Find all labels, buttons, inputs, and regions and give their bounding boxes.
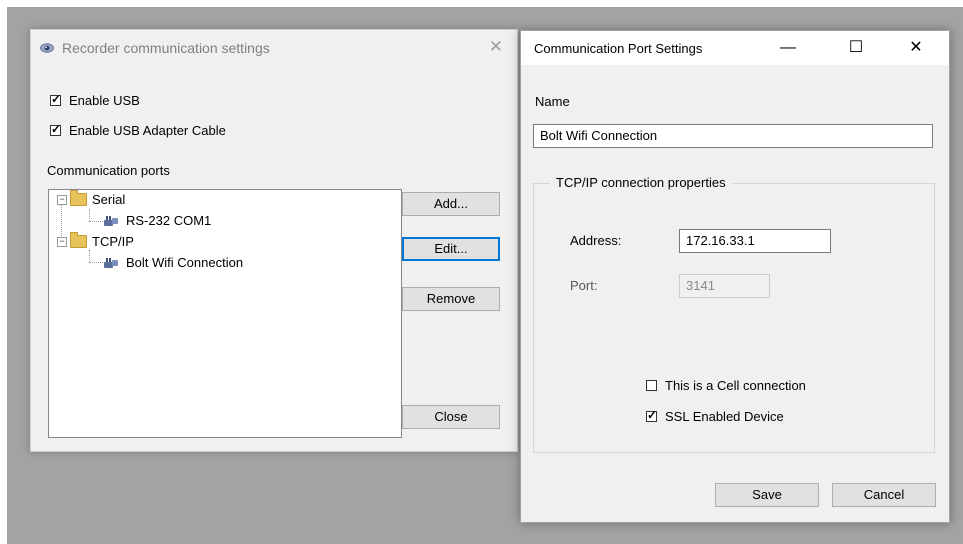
- cell-connection-label: This is a Cell connection: [665, 378, 806, 393]
- name-field[interactable]: Bolt Wifi Connection: [533, 124, 933, 148]
- tree-line: [89, 209, 90, 221]
- edit-button[interactable]: Edit...: [402, 237, 500, 261]
- connection-plug-icon: [104, 216, 118, 226]
- remove-button[interactable]: Remove: [402, 287, 500, 311]
- port-field[interactable]: 3141: [679, 274, 770, 298]
- maximize-icon[interactable]: ☐: [833, 35, 879, 61]
- tree-node-bolt-wifi-label: Bolt Wifi Connection: [126, 255, 244, 270]
- collapse-icon[interactable]: −: [57, 236, 67, 247]
- address-field[interactable]: 172.16.33.1: [679, 229, 831, 253]
- recorder-title-bar[interactable]: Recorder communication settings ✕: [31, 30, 517, 66]
- tree-line: [89, 221, 103, 222]
- tree-node-bolt-wifi[interactable]: Bolt Wifi Connection: [103, 255, 243, 270]
- collapse-icon[interactable]: −: [57, 194, 67, 205]
- enable-usb-adapter-checkmark-icon[interactable]: [50, 122, 61, 136]
- port-settings-window: Communication Port Settings — ☐ ✕ Name B…: [520, 30, 950, 523]
- communication-ports-label: Communication ports: [47, 163, 170, 178]
- communication-ports-tree[interactable]: − Serial RS-232 COM1 − TCP/IP Bolt Wifi …: [48, 189, 402, 438]
- tree-node-serial[interactable]: − Serial: [57, 190, 126, 207]
- port-settings-title: Communication Port Settings: [534, 41, 703, 56]
- tree-node-rs232-label: RS-232 COM1: [126, 213, 212, 228]
- tree-node-rs232[interactable]: RS-232 COM1: [103, 213, 211, 228]
- enable-usb-label: Enable USB: [69, 93, 140, 108]
- enable-usb-adapter-label: Enable USB Adapter Cable: [69, 123, 226, 138]
- tcpip-properties-title: TCP/IP connection properties: [550, 175, 732, 190]
- ssl-enabled-checkmark-icon[interactable]: [646, 408, 657, 422]
- recorder-window-title: Recorder communication settings: [62, 40, 270, 56]
- tree-node-serial-label: Serial: [92, 192, 126, 207]
- folder-icon: [70, 190, 87, 206]
- close-icon[interactable]: ✕: [893, 35, 939, 61]
- tree-node-tcpip-label: TCP/IP: [92, 234, 134, 249]
- folder-icon: [70, 232, 87, 248]
- tree-line: [89, 262, 103, 263]
- save-button[interactable]: Save: [715, 483, 819, 507]
- app-eye-icon: [40, 43, 54, 53]
- tree-node-tcpip[interactable]: − TCP/IP: [57, 232, 134, 249]
- cell-connection-checkbox[interactable]: This is a Cell connection: [646, 378, 806, 393]
- ssl-enabled-checkbox[interactable]: SSL Enabled Device: [646, 408, 784, 424]
- port-settings-title-bar[interactable]: Communication Port Settings — ☐ ✕: [521, 31, 949, 65]
- add-button[interactable]: Add...: [402, 192, 500, 216]
- enable-usb-checkbox[interactable]: Enable USB: [50, 92, 140, 108]
- recorder-settings-window: Recorder communication settings ✕ Enable…: [30, 29, 518, 452]
- connection-plug-icon: [104, 258, 118, 268]
- ssl-enabled-label: SSL Enabled Device: [665, 409, 784, 424]
- minimize-icon[interactable]: —: [765, 35, 811, 61]
- cancel-button[interactable]: Cancel: [832, 483, 936, 507]
- recorder-close-icon[interactable]: ✕: [489, 38, 503, 55]
- tcpip-properties-group: TCP/IP connection properties Address: 17…: [533, 175, 935, 453]
- port-label: Port:: [570, 278, 598, 293]
- address-label: Address:: [570, 233, 622, 248]
- name-label: Name: [535, 94, 570, 109]
- enable-usb-adapter-checkbox[interactable]: Enable USB Adapter Cable: [50, 122, 226, 138]
- tree-line: [89, 250, 90, 262]
- close-button[interactable]: Close: [402, 405, 500, 429]
- enable-usb-checkmark-icon[interactable]: [50, 92, 61, 106]
- cell-connection-box[interactable]: [646, 380, 657, 391]
